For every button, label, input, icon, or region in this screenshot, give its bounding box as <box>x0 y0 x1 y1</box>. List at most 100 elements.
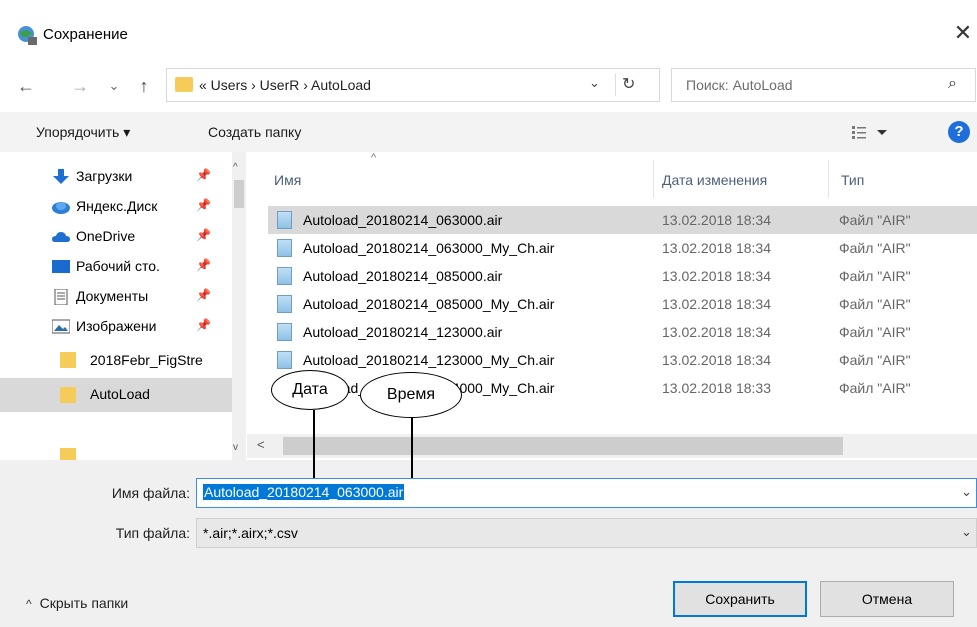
sidebar-item-onedrive[interactable]: OneDrive 📌 <box>0 222 232 252</box>
table-row[interactable]: Autoload_20180214_085000.air 13.02.2018 … <box>268 262 977 290</box>
table-row[interactable]: Autoload_20180214_063000_My_Ch.air 13.02… <box>268 234 977 262</box>
air-file-icon <box>277 295 292 313</box>
documents-icon <box>54 289 68 305</box>
onedrive-cloud-icon <box>52 232 70 242</box>
sidebar-item-documents[interactable]: Документы 📌 <box>0 282 232 312</box>
file-date: 13.02.2018 18:34 <box>662 296 771 312</box>
file-date: 13.02.2018 18:34 <box>662 324 771 340</box>
callout-date: Дата <box>271 370 349 410</box>
sidebar-item-2018febr[interactable]: 2018Febr_FigStre <box>0 342 232 378</box>
sidebar-item-label: Документы <box>76 288 149 304</box>
sidebar-item-label: Яндекс.Диск <box>76 198 158 214</box>
file-type: Файл "AIR" <box>839 380 911 396</box>
close-icon[interactable]: ✕ <box>950 20 976 46</box>
sort-up-icon: ^ <box>371 152 377 164</box>
table-row[interactable]: Autoload_20180214_123000.air 13.02.2018 … <box>268 318 977 346</box>
file-date: 13.02.2018 18:34 <box>662 212 771 228</box>
scroll-up-icon[interactable]: ^ <box>233 162 238 173</box>
file-type: Файл "AIR" <box>839 240 911 256</box>
file-name: Autoload_20180214_063000.air <box>303 212 503 228</box>
folder-icon <box>175 77 193 92</box>
pin-icon[interactable]: 📌 <box>196 228 211 242</box>
file-name: Autoload_20180214_123000_My_Ch.air <box>303 352 555 368</box>
file-date: 13.02.2018 18:34 <box>662 268 771 284</box>
address-bar[interactable]: « Users › UserR › AutoLoad ⌄ ↻ <box>166 68 660 102</box>
filename-label: Имя файла: <box>111 485 190 501</box>
view-list-icon[interactable] <box>852 123 892 141</box>
filename-input-value[interactable]: Autoload_20180214_063000.air <box>203 484 405 500</box>
recent-locations-icon[interactable]: ⌄ <box>104 72 124 100</box>
folder-icon <box>60 387 76 403</box>
table-row[interactable]: Autoload_20180214_085000_My_Ch.air 13.02… <box>268 290 977 318</box>
scroll-thumb[interactable] <box>234 180 244 208</box>
pin-icon[interactable]: 📌 <box>196 168 211 182</box>
forward-icon[interactable]: → <box>66 72 94 100</box>
air-file-icon <box>277 239 292 257</box>
title-bar: Сохранение ✕ <box>0 0 977 68</box>
filetype-select[interactable]: *.air;*.airx;*.csv ⌄ <box>196 518 977 548</box>
sidebar-item-downloads[interactable]: Загрузки 📌 <box>0 162 232 192</box>
scroll-thumb[interactable] <box>283 437 843 455</box>
table-row[interactable]: Autoload_20180214_063000.air 13.02.2018 … <box>268 206 977 234</box>
file-name: Autoload_20180214_085000_My_Ch.air <box>303 296 555 312</box>
file-type: Файл "AIR" <box>839 352 911 368</box>
scroll-left-icon[interactable]: < <box>257 437 265 452</box>
sidebar-item-label: Изображени <box>76 318 157 334</box>
chevron-down-icon[interactable]: ⌄ <box>589 75 600 91</box>
yandex-disk-icon <box>52 202 70 214</box>
filetype-value: *.air;*.airx;*.csv <box>203 525 298 541</box>
cancel-button[interactable]: Отмена <box>820 581 954 617</box>
file-type: Файл "AIR" <box>839 296 911 312</box>
scroll-down-icon[interactable]: v <box>233 442 238 453</box>
file-date: 13.02.2018 18:34 <box>662 352 771 368</box>
sidebar-item-pictures[interactable]: Изображени 📌 <box>0 312 232 342</box>
sidebar-item-label: Загрузки <box>76 168 133 184</box>
column-divider[interactable] <box>828 160 829 198</box>
organize-button[interactable]: Упорядочить ▾ <box>36 124 130 141</box>
command-bar: Упорядочить ▾ Создать папку ? <box>0 112 977 152</box>
sidebar-scrollbar[interactable]: ^ v <box>232 152 246 460</box>
sidebar-item-label: Рабочий сто. <box>76 258 160 274</box>
file-list: ^ Имя Дата изменения Тип Autoload_201802… <box>247 152 977 460</box>
chevron-down-icon[interactable]: ⌄ <box>961 484 972 500</box>
search-icon[interactable]: ⌕ <box>948 75 957 93</box>
save-globe-icon <box>18 26 37 45</box>
pin-icon[interactable]: 📌 <box>196 258 211 272</box>
pin-icon[interactable]: 📌 <box>196 198 211 212</box>
search-box[interactable]: Поиск: AutoLoad ⌕ <box>671 68 976 102</box>
folder-icon <box>60 448 76 460</box>
sidebar-item-label: 2018Febr_FigStre <box>90 352 203 368</box>
sidebar-item-yandex-disk[interactable]: Яндекс.Диск 📌 <box>0 192 232 222</box>
download-arrow-icon <box>53 169 69 184</box>
file-date: 13.02.2018 18:33 <box>662 380 771 396</box>
file-type: Файл "AIR" <box>839 324 911 340</box>
filename-field[interactable]: Autoload_20180214_063000.air ⌄ <box>196 478 977 508</box>
sidebar-item-partial[interactable] <box>0 446 232 460</box>
desktop-icon <box>52 260 70 273</box>
sidebar-item-autoload[interactable]: AutoLoad <box>0 378 232 412</box>
sidebar-item-desktop[interactable]: Рабочий сто. 📌 <box>0 252 232 282</box>
chevron-down-icon[interactable]: ⌄ <box>961 524 972 540</box>
file-list-hscrollbar[interactable]: < <box>247 434 977 458</box>
new-folder-button[interactable]: Создать папку <box>208 124 301 140</box>
back-icon[interactable]: ← <box>12 72 40 100</box>
air-file-icon <box>277 211 292 229</box>
help-icon[interactable]: ? <box>948 121 970 143</box>
table-row[interactable]: Autoload_20180214_123000_My_Ch.air 13.02… <box>268 346 977 374</box>
callout-line-time <box>411 416 413 478</box>
breadcrumb[interactable]: « Users › UserR › AutoLoad <box>199 77 371 93</box>
air-file-icon <box>277 267 292 285</box>
sidebar-item-label: AutoLoad <box>90 386 150 402</box>
refresh-icon[interactable]: ↻ <box>615 74 635 96</box>
column-divider[interactable] <box>653 160 654 198</box>
save-button[interactable]: Сохранить <box>673 581 807 617</box>
air-file-icon <box>277 323 292 341</box>
search-input[interactable]: Поиск: AutoLoad <box>686 77 793 93</box>
chevron-up-icon: ^ <box>26 597 32 611</box>
pin-icon[interactable]: 📌 <box>196 288 211 302</box>
hide-folders-button[interactable]: ^ Скрыть папки <box>26 595 128 611</box>
up-icon[interactable]: ↑ <box>130 72 158 100</box>
file-date: 13.02.2018 18:34 <box>662 240 771 256</box>
navigation-pane: Загрузки 📌 Яндекс.Диск 📌 OneDrive 📌 Рабо… <box>0 152 247 460</box>
pin-icon[interactable]: 📌 <box>196 318 211 332</box>
